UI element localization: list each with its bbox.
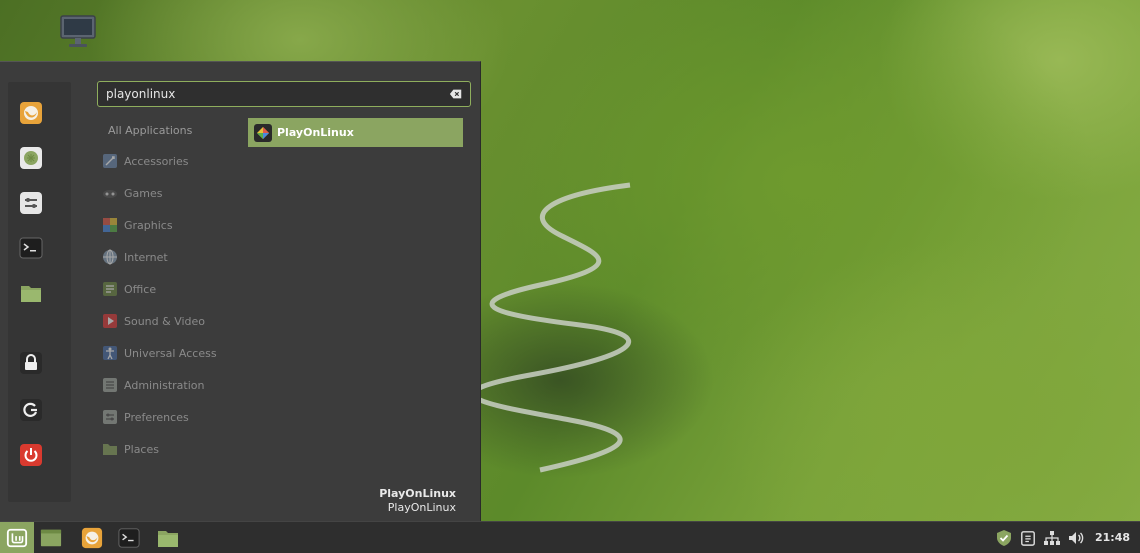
category-office[interactable]: Office [102, 278, 242, 300]
terminal-icon [19, 237, 43, 259]
software-manager-icon [20, 147, 42, 169]
selected-app-name: PlayOnLinux [379, 487, 456, 500]
result-label: PlayOnLinux [277, 126, 354, 139]
clear-icon [449, 89, 462, 99]
favorite-terminal[interactable] [18, 235, 44, 261]
category-label: Preferences [124, 410, 189, 424]
search-results: PlayOnLinux [248, 118, 463, 147]
application-menu: All Applications Accessories Games Graph… [0, 61, 481, 521]
category-label: Office [124, 282, 157, 296]
category-label: Administration [124, 378, 205, 392]
mint-logo-icon [6, 528, 28, 547]
folder-icon [158, 531, 178, 547]
category-label: Internet [124, 250, 168, 264]
clear-search-button[interactable] [448, 86, 464, 102]
internet-icon [102, 249, 118, 265]
show-desktop-icon [40, 529, 62, 547]
category-all-applications[interactable]: All Applications [102, 119, 248, 141]
category-internet[interactable]: Internet [102, 246, 242, 268]
category-label: Universal Access [124, 346, 217, 360]
network-icon[interactable] [1043, 529, 1061, 547]
category-preferences[interactable]: Preferences [102, 406, 242, 428]
category-label: All Applications [108, 123, 193, 137]
settings-icon [20, 192, 42, 214]
favorite-shutdown[interactable] [18, 442, 44, 468]
category-places[interactable]: Places [102, 438, 242, 460]
universal-access-icon [102, 345, 118, 361]
favorite-lock-screen[interactable] [18, 350, 44, 376]
selected-app-info: PlayOnLinux PlayOnLinux [379, 487, 456, 515]
logout-icon [20, 399, 42, 421]
system-tray: 21:48 [995, 522, 1140, 553]
volume-icon[interactable] [1067, 529, 1085, 547]
firefox-icon [20, 102, 42, 124]
favorite-settings[interactable] [18, 190, 44, 216]
selected-app-description: PlayOnLinux [387, 501, 456, 514]
category-label: Graphics [124, 218, 173, 232]
preferences-icon [102, 409, 118, 425]
search-box [97, 81, 471, 107]
category-label: Accessories [124, 154, 189, 168]
office-icon [102, 281, 118, 297]
folder-icon [21, 286, 41, 302]
administration-icon [102, 377, 118, 393]
power-icon [20, 444, 42, 466]
taskbar-files[interactable] [155, 525, 181, 551]
terminal-icon [118, 528, 140, 548]
category-universal-access[interactable]: Universal Access [102, 342, 242, 364]
category-sound-video[interactable]: Sound & Video [102, 310, 242, 332]
category-games[interactable]: Games [102, 182, 242, 204]
taskbar-terminal[interactable] [116, 525, 142, 551]
computer-icon[interactable] [58, 14, 98, 50]
accessories-icon [102, 153, 118, 169]
category-administration[interactable]: Administration [102, 374, 242, 396]
category-accessories[interactable]: Accessories [102, 150, 242, 172]
games-icon [102, 185, 118, 201]
category-graphics[interactable]: Graphics [102, 214, 242, 236]
favorite-logout[interactable] [18, 397, 44, 423]
result-playonlinux[interactable]: PlayOnLinux [248, 118, 463, 147]
places-icon [102, 441, 118, 457]
category-label: Sound & Video [124, 314, 206, 328]
category-label: Games [124, 186, 163, 200]
clock[interactable]: 21:48 [1095, 531, 1130, 544]
lock-icon [20, 352, 42, 374]
clipboard-icon[interactable] [1019, 529, 1037, 547]
menu-button[interactable] [0, 522, 34, 553]
favorite-software-manager[interactable] [18, 145, 44, 171]
search-input[interactable] [98, 83, 448, 105]
favorite-firefox[interactable] [18, 100, 44, 126]
taskbar-firefox[interactable] [79, 525, 105, 551]
playonlinux-icon [254, 123, 272, 142]
favorite-files[interactable] [18, 280, 44, 306]
category-label: Places [124, 442, 159, 456]
sound-video-icon [102, 313, 118, 329]
update-manager-icon[interactable] [995, 529, 1013, 547]
taskbar: 21:48 [0, 521, 1140, 553]
taskbar-show-desktop[interactable] [38, 525, 64, 551]
graphics-icon [102, 217, 118, 233]
firefox-icon [81, 527, 103, 549]
